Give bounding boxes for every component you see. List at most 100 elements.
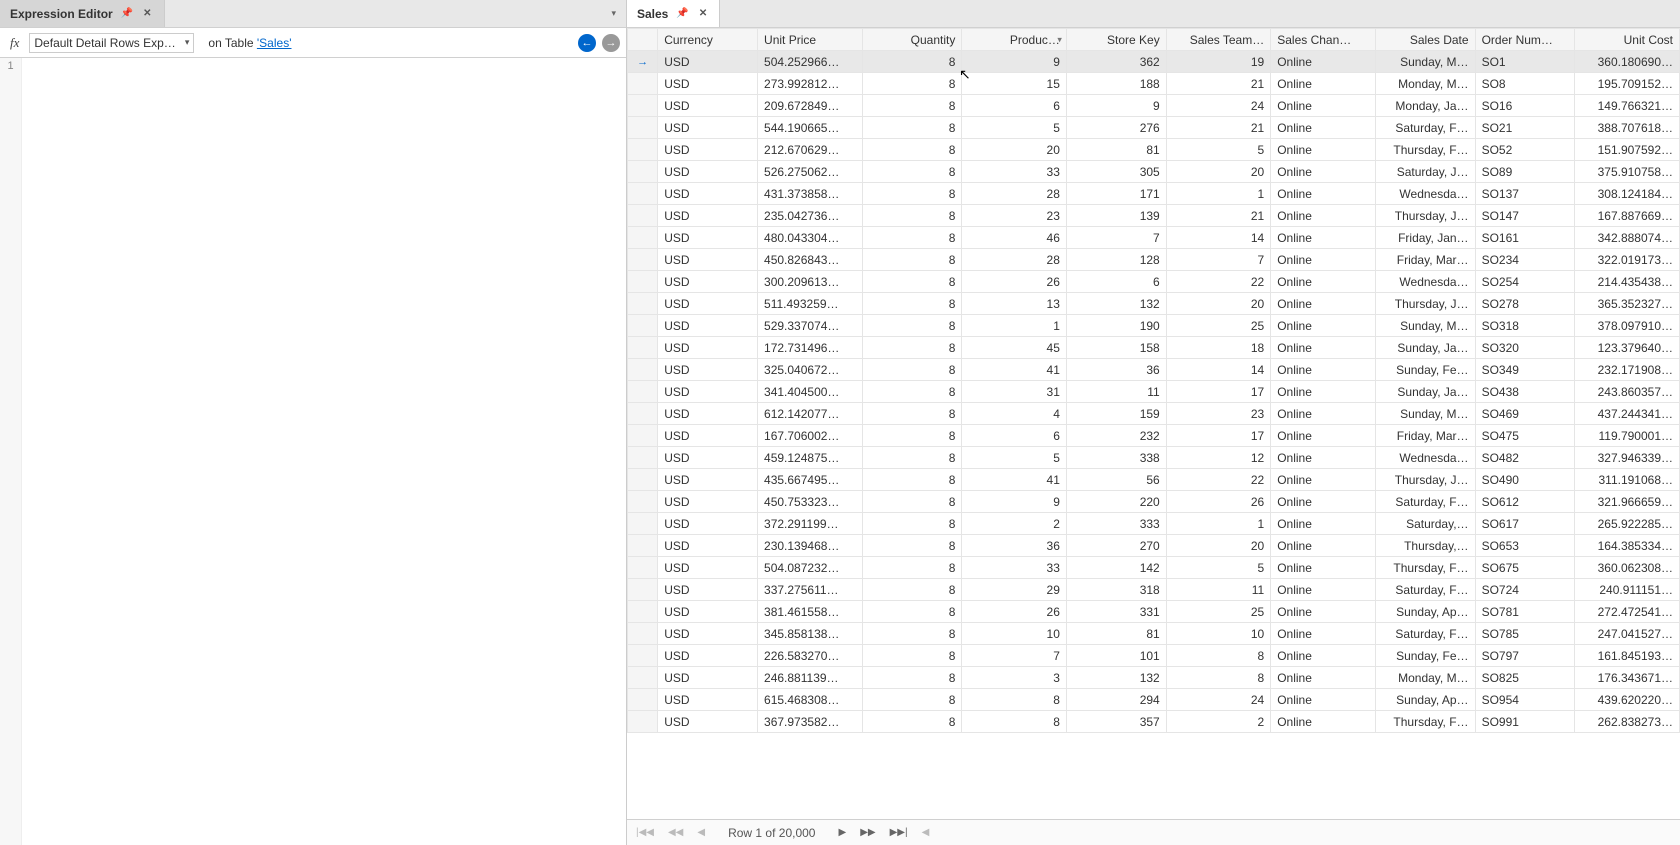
table-row[interactable]: USD504.087232…8331425OnlineThursday, F…S… — [628, 557, 1680, 579]
cell-order_num[interactable]: SO781 — [1475, 601, 1575, 623]
cell-sales_team[interactable]: 17 — [1166, 425, 1271, 447]
cell-currency[interactable]: USD — [658, 645, 758, 667]
cell-unit_price[interactable]: 345.858138… — [758, 623, 863, 645]
cell-currency[interactable]: USD — [658, 315, 758, 337]
cell-unit_price[interactable]: 273.992812… — [758, 73, 863, 95]
cell-sales_chan[interactable]: Online — [1271, 161, 1376, 183]
cell-product[interactable]: 10 — [962, 623, 1067, 645]
cell-store_key[interactable]: 190 — [1066, 315, 1166, 337]
column-header-unit_price[interactable]: Unit Price — [758, 29, 863, 51]
cell-sales_chan[interactable]: Online — [1271, 117, 1376, 139]
cell-sales_date[interactable]: Sunday, Ja… — [1375, 381, 1475, 403]
cell-store_key[interactable]: 357 — [1066, 711, 1166, 733]
cell-quantity[interactable]: 8 — [862, 513, 962, 535]
cell-currency[interactable]: USD — [658, 381, 758, 403]
close-icon[interactable]: ✕ — [141, 8, 153, 19]
cell-order_num[interactable]: SO954 — [1475, 689, 1575, 711]
cell-unit_cost[interactable]: 439.620220… — [1575, 689, 1680, 711]
cell-unit_cost[interactable]: 437.244341… — [1575, 403, 1680, 425]
table-row[interactable]: USD337.275611…82931811OnlineSaturday, F…… — [628, 579, 1680, 601]
cell-quantity[interactable]: 8 — [862, 227, 962, 249]
cell-sales_date[interactable]: Wednesda… — [1375, 183, 1475, 205]
nav-stop-button[interactable]: ◀ — [919, 827, 933, 838]
table-row[interactable]: USD230.139468…83627020OnlineThursday,…SO… — [628, 535, 1680, 557]
cell-currency[interactable]: USD — [658, 205, 758, 227]
cell-currency[interactable]: USD — [658, 601, 758, 623]
cell-sales_date[interactable]: Sunday, Fe… — [1375, 645, 1475, 667]
cell-order_num[interactable]: SO16 — [1475, 95, 1575, 117]
cell-sales_team[interactable]: 17 — [1166, 381, 1271, 403]
cell-sales_chan[interactable]: Online — [1271, 51, 1376, 73]
table-row[interactable]: USD372.291199…823331OnlineSaturday,…SO61… — [628, 513, 1680, 535]
cell-currency[interactable]: USD — [658, 557, 758, 579]
cell-quantity[interactable]: 8 — [862, 535, 962, 557]
cell-quantity[interactable]: 8 — [862, 579, 962, 601]
cell-sales_chan[interactable]: Online — [1271, 645, 1376, 667]
cell-unit_cost[interactable]: 365.352327… — [1575, 293, 1680, 315]
cell-store_key[interactable]: 81 — [1066, 623, 1166, 645]
cell-currency[interactable]: USD — [658, 513, 758, 535]
cell-sales_chan[interactable]: Online — [1271, 447, 1376, 469]
table-row[interactable]: USD209.672849…86924OnlineMonday, Ja…SO16… — [628, 95, 1680, 117]
cell-order_num[interactable]: SO675 — [1475, 557, 1575, 579]
column-header-store_key[interactable]: Store Key — [1066, 29, 1166, 51]
cell-quantity[interactable]: 8 — [862, 161, 962, 183]
cell-product[interactable]: 45 — [962, 337, 1067, 359]
cell-unit_cost[interactable]: 214.435438… — [1575, 271, 1680, 293]
cell-unit_cost[interactable]: 321.966659… — [1575, 491, 1680, 513]
cell-unit_cost[interactable]: 262.838273… — [1575, 711, 1680, 733]
cell-sales_date[interactable]: Monday, M… — [1375, 73, 1475, 95]
cell-order_num[interactable]: SO161 — [1475, 227, 1575, 249]
table-row[interactable]: USD273.992812…81518821OnlineMonday, M…SO… — [628, 73, 1680, 95]
cell-unit_cost[interactable]: 195.709152… — [1575, 73, 1680, 95]
cell-sales_date[interactable]: Sunday, Ap… — [1375, 601, 1475, 623]
cell-unit_cost[interactable]: 149.766321… — [1575, 95, 1680, 117]
table-row[interactable]: USD450.753323…8922026OnlineSaturday, F…S… — [628, 491, 1680, 513]
cell-quantity[interactable]: 8 — [862, 403, 962, 425]
cell-sales_team[interactable]: 5 — [1166, 557, 1271, 579]
cell-sales_team[interactable]: 21 — [1166, 205, 1271, 227]
cell-unit_cost[interactable]: 119.790001… — [1575, 425, 1680, 447]
cell-quantity[interactable]: 8 — [862, 73, 962, 95]
cell-unit_price[interactable]: 235.042736… — [758, 205, 863, 227]
cell-unit_price[interactable]: 341.404500… — [758, 381, 863, 403]
cell-order_num[interactable]: SO1 — [1475, 51, 1575, 73]
cell-sales_date[interactable]: Wednesda… — [1375, 447, 1475, 469]
cell-sales_team[interactable]: 1 — [1166, 513, 1271, 535]
cell-unit_price[interactable]: 511.493259… — [758, 293, 863, 315]
cell-currency[interactable]: USD — [658, 183, 758, 205]
cell-unit_cost[interactable]: 360.062308… — [1575, 557, 1680, 579]
cell-currency[interactable]: USD — [658, 711, 758, 733]
cell-store_key[interactable]: 318 — [1066, 579, 1166, 601]
cell-sales_date[interactable]: Wednesda… — [1375, 271, 1475, 293]
cell-unit_price[interactable]: 544.190665… — [758, 117, 863, 139]
cell-unit_cost[interactable]: 243.860357… — [1575, 381, 1680, 403]
cell-order_num[interactable]: SO825 — [1475, 667, 1575, 689]
cell-unit_price[interactable]: 526.275062… — [758, 161, 863, 183]
cell-product[interactable]: 5 — [962, 117, 1067, 139]
cell-unit_price[interactable]: 226.583270… — [758, 645, 863, 667]
table-row[interactable]: USD511.493259…81313220OnlineThursday, J…… — [628, 293, 1680, 315]
cell-unit_cost[interactable]: 151.907592… — [1575, 139, 1680, 161]
cell-unit_cost[interactable]: 342.888074… — [1575, 227, 1680, 249]
table-row[interactable]: USD612.142077…8415923OnlineSunday, M…SO4… — [628, 403, 1680, 425]
cell-unit_price[interactable]: 172.731496… — [758, 337, 863, 359]
column-header-sales_date[interactable]: Sales Date — [1375, 29, 1475, 51]
column-header-sales_chan[interactable]: Sales Chan… — [1271, 29, 1376, 51]
cell-sales_date[interactable]: Sunday, M… — [1375, 51, 1475, 73]
cell-product[interactable]: 41 — [962, 469, 1067, 491]
cell-product[interactable]: 9 — [962, 51, 1067, 73]
cell-currency[interactable]: USD — [658, 95, 758, 117]
cell-sales_date[interactable]: Saturday,… — [1375, 513, 1475, 535]
cell-unit_cost[interactable]: 272.472541… — [1575, 601, 1680, 623]
cell-sales_chan[interactable]: Online — [1271, 73, 1376, 95]
cell-unit_price[interactable]: 529.337074… — [758, 315, 863, 337]
cell-unit_price[interactable]: 325.040672… — [758, 359, 863, 381]
cell-store_key[interactable]: 338 — [1066, 447, 1166, 469]
cell-product[interactable]: 3 — [962, 667, 1067, 689]
cell-sales_team[interactable]: 25 — [1166, 315, 1271, 337]
cell-unit_price[interactable]: 504.252966… — [758, 51, 863, 73]
cell-sales_chan[interactable]: Online — [1271, 315, 1376, 337]
cell-order_num[interactable]: SO52 — [1475, 139, 1575, 161]
cell-currency[interactable]: USD — [658, 139, 758, 161]
